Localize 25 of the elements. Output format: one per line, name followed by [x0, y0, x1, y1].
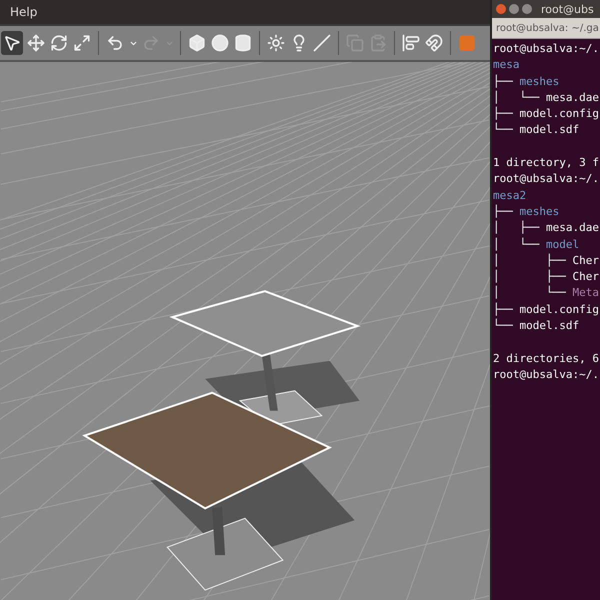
terminal-line: mesa2 [493, 188, 528, 204]
menu-item[interactable]: Help [10, 5, 38, 19]
terminal-line: root@ubsalva:~/. [493, 366, 600, 383]
terminal-line: │ ├── Cher [493, 269, 600, 286]
close-button[interactable] [496, 4, 506, 14]
terminal-line: root@ubsalva:~/. [493, 171, 600, 188]
minimize-button[interactable] [509, 4, 519, 14]
terminal-line: mesa [493, 57, 520, 74]
terminal-line: ├── meshes [493, 74, 560, 90]
terminal-line: root@ubsalva:~/. [493, 41, 600, 57]
terminal-line: │ ├── Cher [493, 252, 600, 269]
terminal-line: │ └── mesa.dae [493, 90, 600, 106]
terminal-line: ├── meshes [493, 204, 560, 220]
terminal-line: 1 directory, 3 f [493, 155, 600, 172]
terminal-line: │ └── model [493, 236, 580, 253]
terminal-line: │ ├── mesa.dae [493, 220, 600, 236]
terminal-line: ├── model.config [493, 302, 600, 318]
terminal-line: │ └── Meta [493, 285, 600, 302]
terminal-line: ├── model.config [493, 106, 600, 122]
terminal-line: 2 directories, 6 [493, 350, 600, 367]
pointer-icon[interactable] [1, 31, 23, 55]
maximize-button[interactable] [522, 4, 532, 14]
terminal-line: └── model.sdf [493, 122, 580, 138]
terminal-line: └── model.sdf [493, 318, 580, 334]
window-title: root@ubs [541, 2, 594, 16]
